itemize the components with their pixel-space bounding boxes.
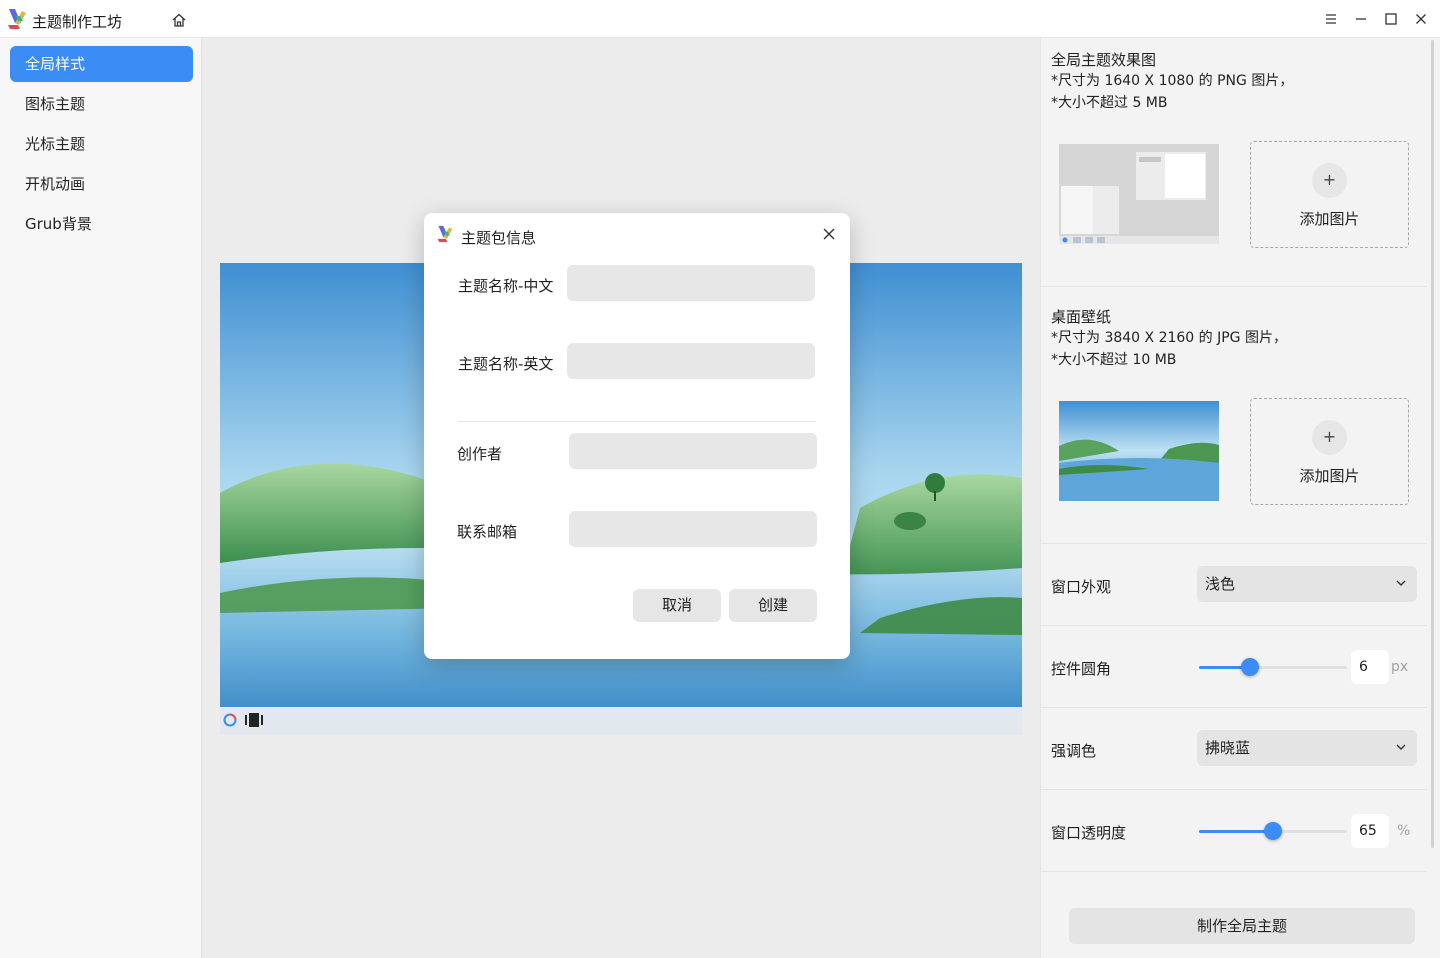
add-wallpaper-image-label: 添加图片 [1299, 467, 1360, 485]
sidebar-item-icon-theme[interactable]: 图标主题 [10, 86, 193, 122]
add-wallpaper-image-button[interactable]: + 添加图片 [1250, 398, 1409, 505]
sidebar: 全局样式 图标主题 光标主题 开机动画 Grub背景 [0, 38, 202, 958]
preview-section-desc-size: *尺寸为 1640 X 1080 的 PNG 图片， [1051, 73, 1294, 89]
section-divider [1041, 286, 1427, 287]
slider-fill [1199, 830, 1273, 833]
sidebar-item-cursor-theme[interactable]: 光标主题 [10, 126, 193, 162]
section-divider [1041, 543, 1427, 544]
name-cn-label: 主题名称-中文 [458, 277, 554, 295]
appearance-label: 窗口外观 [1051, 578, 1112, 596]
dialog-divider [458, 421, 816, 422]
opacity-label: 窗口透明度 [1051, 824, 1127, 842]
add-preview-image-button[interactable]: + 添加图片 [1250, 141, 1409, 248]
maximize-icon[interactable] [1383, 11, 1399, 27]
radius-unit: px [1391, 659, 1409, 675]
sidebar-item-boot-animation[interactable]: 开机动画 [10, 166, 193, 202]
accent-color-label: 强调色 [1051, 742, 1097, 760]
app-logo-icon [8, 9, 26, 29]
create-button[interactable]: 创建 [729, 589, 817, 622]
preview-thumbnail [1059, 144, 1219, 244]
theme-info-dialog: 主题包信息 主题名称-中文 主题名称-英文 创作者 联系邮箱 取消 创建 [424, 213, 850, 659]
launcher-icon [223, 713, 237, 727]
preview-section-title: 全局主题效果图 [1051, 51, 1157, 69]
dialog-logo-icon [437, 225, 453, 243]
menu-icon[interactable] [1323, 11, 1339, 27]
wallpaper-section-desc-limit: *大小不超过 10 MB [1051, 352, 1177, 368]
email-label: 联系邮箱 [457, 523, 518, 541]
multitask-icon [245, 713, 263, 727]
name-en-input[interactable] [567, 343, 815, 379]
wallpaper-thumbnail [1059, 401, 1219, 501]
slider-handle[interactable] [1240, 658, 1259, 676]
author-label: 创作者 [457, 445, 503, 463]
dialog-close-icon[interactable] [822, 227, 836, 241]
dock-bar [220, 707, 1022, 735]
home-icon[interactable] [171, 12, 187, 28]
name-cn-input[interactable] [567, 265, 815, 301]
title-bar: 主题制作工坊 [0, 0, 1440, 38]
author-input[interactable] [569, 433, 817, 469]
add-icon: + [1312, 163, 1347, 198]
settings-scrollbar[interactable] [1431, 40, 1434, 848]
accent-color-value: 拂晓蓝 [1205, 739, 1251, 757]
section-divider [1041, 871, 1427, 872]
minimize-icon[interactable] [1353, 11, 1369, 27]
close-icon[interactable] [1413, 11, 1429, 27]
opacity-unit: % [1397, 823, 1411, 839]
section-divider [1041, 625, 1427, 626]
wallpaper-section-desc-size: *尺寸为 3840 X 2160 的 JPG 图片， [1051, 330, 1287, 346]
appearance-select[interactable]: 浅色 [1197, 566, 1417, 602]
radius-label: 控件圆角 [1051, 660, 1112, 678]
preview-section-desc-limit: *大小不超过 5 MB [1051, 95, 1168, 111]
opacity-value-field[interactable]: 65 [1351, 814, 1389, 848]
add-preview-image-label: 添加图片 [1299, 210, 1360, 228]
email-input[interactable] [569, 511, 817, 547]
settings-panel: 全局主题效果图 *尺寸为 1640 X 1080 的 PNG 图片， *大小不超… [1040, 38, 1440, 958]
make-global-theme-button[interactable]: 制作全局主题 [1069, 908, 1415, 944]
slider-handle[interactable] [1264, 822, 1282, 840]
add-icon: + [1312, 420, 1347, 455]
name-en-label: 主题名称-英文 [458, 355, 554, 373]
chevron-down-icon [1396, 580, 1406, 586]
radius-value-field[interactable]: 6 [1351, 650, 1389, 684]
app-title: 主题制作工坊 [32, 13, 123, 31]
dialog-title: 主题包信息 [461, 229, 537, 247]
appearance-value: 浅色 [1205, 575, 1236, 593]
sidebar-item-grub-background[interactable]: Grub背景 [10, 206, 193, 242]
sidebar-item-global-style[interactable]: 全局样式 [10, 46, 193, 82]
section-divider [1041, 789, 1427, 790]
section-divider [1041, 707, 1427, 708]
wallpaper-section-title: 桌面壁纸 [1051, 308, 1112, 326]
chevron-down-icon [1396, 744, 1406, 750]
accent-color-select[interactable]: 拂晓蓝 [1197, 730, 1417, 766]
radius-slider[interactable] [1199, 657, 1347, 677]
opacity-slider[interactable] [1199, 821, 1347, 841]
cancel-button[interactable]: 取消 [633, 589, 721, 622]
